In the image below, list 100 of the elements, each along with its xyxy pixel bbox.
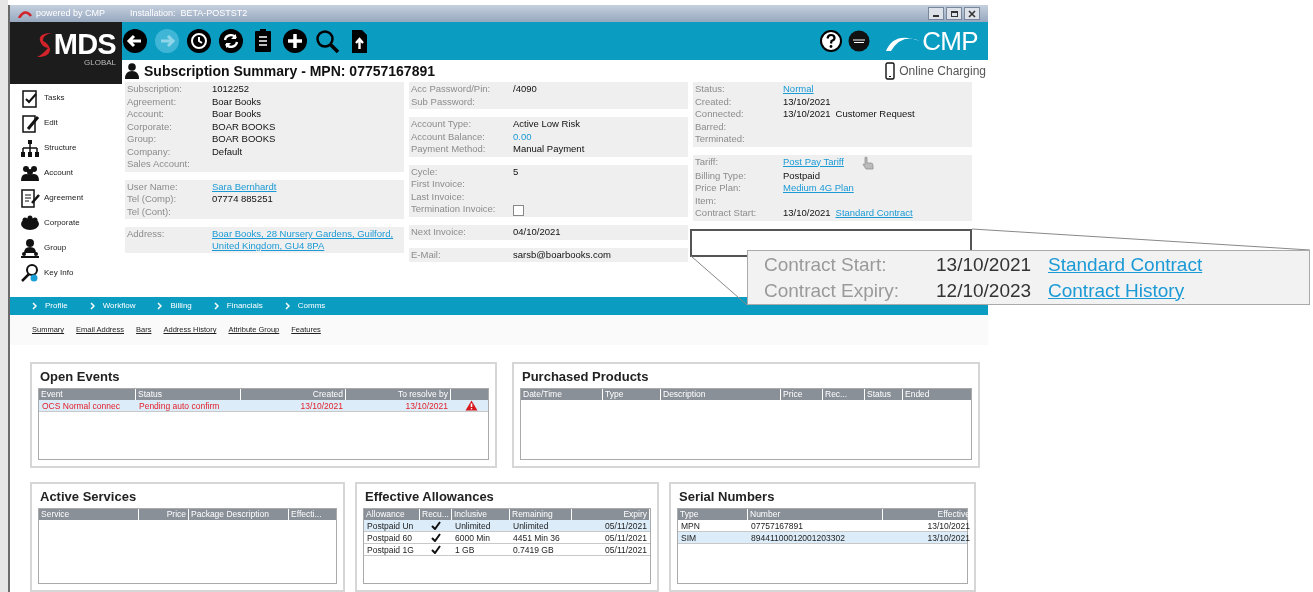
table-cell: 13/10/2021	[405, 399, 448, 412]
table-cell: 13/10/2021	[300, 399, 343, 412]
table-cell: 1 GB	[455, 543, 475, 556]
chevron-icon	[284, 302, 290, 310]
panel-title: Serial Numbers	[678, 488, 776, 506]
field-label: Payment Method:	[411, 143, 487, 155]
field-value: 04/10/2021	[513, 226, 561, 238]
key-magnifier-icon[interactable]	[20, 262, 40, 283]
hierarchy-icon[interactable]	[20, 137, 40, 158]
minimize-button[interactable]	[928, 7, 944, 20]
help-icon[interactable]	[820, 30, 843, 52]
field-value: 13/10/2021	[936, 252, 1033, 277]
table-row[interactable]: OCS Normal connec Pending auto confirm 13/10/2021 13/10/2021	[39, 400, 488, 412]
plus-icon[interactable]	[282, 28, 308, 54]
sidebar-item[interactable]: Structure	[44, 141, 77, 154]
web-icon[interactable]	[848, 30, 871, 52]
table-cell: SIM	[681, 531, 697, 544]
maximize-button[interactable]	[946, 7, 962, 20]
column-header: Description	[661, 389, 781, 400]
field-label: Cycle:	[411, 165, 439, 178]
column-header: Type	[603, 389, 661, 400]
field-label: Agreement:	[127, 95, 178, 108]
field-label: Tariff:	[695, 155, 720, 168]
table-cell: Pending auto confirm	[139, 399, 220, 412]
close-icon	[968, 9, 976, 18]
field-label: Item:	[695, 194, 718, 207]
field-label: Group:	[127, 133, 158, 145]
sidebar-item[interactable]: Account	[44, 166, 73, 179]
field-value: 1012252	[212, 83, 249, 95]
sidebar-item[interactable]: Corporate	[44, 216, 80, 229]
document-pen-icon[interactable]	[20, 187, 40, 208]
field-value: sarsb@boarbooks.com	[513, 248, 611, 261]
column-header: Status	[865, 389, 903, 400]
field-value: Boar Books	[212, 108, 262, 120]
clipboard-check-icon[interactable]	[20, 87, 40, 108]
field-label: Terminated:	[695, 133, 746, 145]
field-label: Account:	[127, 108, 165, 120]
table-cell: 13/10/2021	[927, 519, 970, 532]
table-cell: Unlimited	[513, 519, 549, 532]
field-label: E-Mail:	[411, 248, 442, 261]
field-value: Boar Books	[212, 95, 262, 108]
table-cell: 89441100012001203302	[751, 531, 845, 544]
table-cell: 0.7419 GB	[513, 543, 554, 556]
field-value: 0.00	[513, 130, 532, 143]
brand-logo-text: CMP	[922, 28, 978, 54]
sidebar-item[interactable]: Tasks	[44, 91, 65, 104]
field-value: 13/10/2021	[783, 207, 831, 219]
field-label: Contract Start:	[695, 207, 758, 219]
field-label: Last Invoice:	[411, 190, 466, 203]
field-label: Subscription:	[127, 83, 183, 95]
arc-icon	[18, 9, 32, 18]
field-value: BOAR BOOKS	[212, 120, 276, 133]
field-label: Sub Password:	[411, 95, 476, 108]
table-cell: 6000 Min	[455, 531, 490, 544]
table-row[interactable]: Postpaid Un Unlimited Unlimited 05/11/2021	[364, 520, 650, 532]
field-label: Corporate:	[127, 120, 173, 133]
table-cell: MPN	[681, 519, 700, 532]
history-icon[interactable]	[186, 28, 212, 54]
column-header: Service	[39, 509, 139, 520]
sidebar-item[interactable]: Agreement	[44, 191, 84, 204]
chevron-icon	[89, 302, 95, 310]
column-header: Date/Time	[521, 389, 603, 400]
field-label: Address:	[127, 228, 166, 240]
column-header: Package Description	[189, 509, 289, 520]
sidebar-item[interactable]: Group	[44, 241, 67, 254]
search-icon[interactable]	[314, 28, 340, 54]
panel-title: Purchased Products	[521, 368, 650, 386]
refresh-icon[interactable]	[218, 28, 244, 54]
sidebar-item[interactable]: Edit	[44, 116, 58, 129]
panel-title: Effective Allowances	[364, 488, 495, 506]
field-value: /4090	[513, 83, 537, 95]
mode-label: Online Charging	[899, 63, 986, 80]
brand-text: powered by CMP	[36, 6, 107, 20]
table-cell: 05/11/2021	[605, 519, 647, 532]
logo-text: MDS	[53, 30, 116, 59]
table-cell: Postpaid Un	[367, 519, 414, 532]
field-value: 12/10/2023	[936, 278, 1033, 303]
field-label: Contract Expiry:	[764, 278, 901, 303]
field-label: Company:	[127, 145, 172, 158]
sidebar-item[interactable]: Key Info	[44, 266, 74, 279]
panel-title: Open Events	[39, 368, 121, 386]
checkbox[interactable]	[513, 205, 524, 216]
field-label: Account Balance:	[411, 130, 486, 143]
installation-label: Installation: BETA-POSTST2	[130, 6, 248, 20]
close-button[interactable]	[964, 7, 980, 20]
field-value: 07774 885251	[212, 193, 273, 205]
table-cell: 05/11/2021	[605, 543, 647, 556]
column-header: Effecti...	[289, 509, 339, 520]
panel-title: Active Services	[39, 488, 138, 506]
field-label: Termination Invoice:	[411, 203, 497, 215]
chevron-icon	[32, 302, 37, 310]
table-row[interactable]: Postpaid 60 6000 Min 4451 Min 36 05/11/2021	[364, 532, 650, 544]
person-group-icon[interactable]	[20, 237, 40, 258]
pencil-document-icon[interactable]	[20, 112, 40, 133]
table-row[interactable]: Postpaid 1G 1 GB 0.7419 GB 05/11/2021	[364, 544, 650, 556]
table-cell: Postpaid 1G	[367, 543, 414, 556]
field-label: Contract Start:	[764, 252, 888, 277]
field-value: Default	[212, 145, 243, 158]
table-cell: 07757167891	[751, 519, 803, 532]
table-cell: Unlimited	[455, 519, 491, 532]
